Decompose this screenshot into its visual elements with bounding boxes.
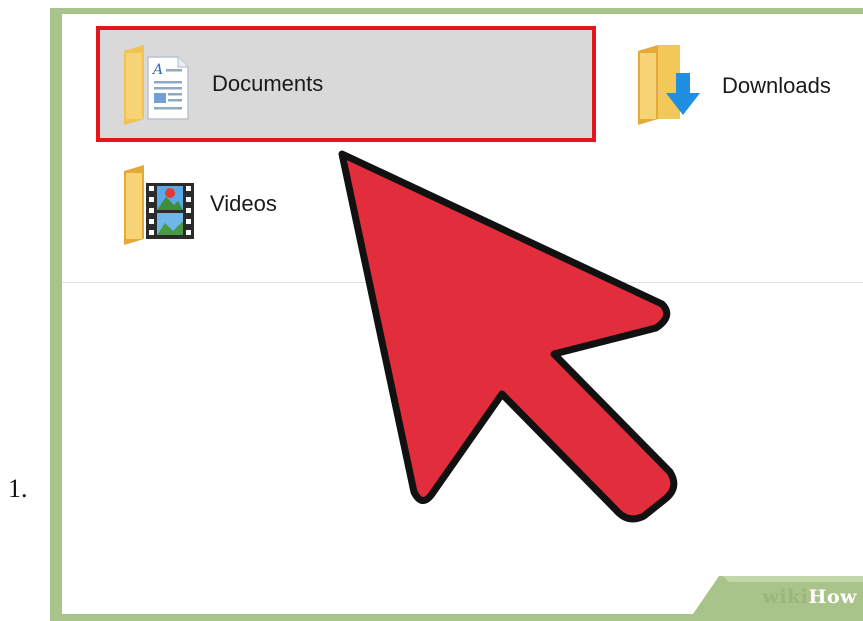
- folder-videos-label: Videos: [210, 191, 277, 216]
- documents-folder-icon: A: [120, 41, 200, 127]
- wikihow-watermark: wikiHow: [693, 576, 863, 614]
- pointer-arrow-icon: [322, 132, 682, 537]
- folder-documents-label: Documents: [212, 71, 324, 96]
- videos-folder-icon: [118, 161, 198, 247]
- folder-downloads-label: Downloads: [722, 73, 831, 98]
- wikihow-step-image: 1. A Documents Downloads Videos wikiHow: [0, 0, 863, 621]
- step-number: 1.: [8, 474, 28, 503]
- watermark-how: How: [808, 586, 857, 608]
- folder-downloads[interactable]: Downloads: [622, 36, 863, 136]
- file-explorer-view: A Documents Downloads Videos wikiHow: [62, 14, 863, 614]
- watermark-wiki: wiki: [762, 586, 809, 608]
- folder-documents[interactable]: A Documents: [96, 26, 596, 142]
- downloads-folder-icon: [630, 43, 710, 129]
- svg-text:A: A: [151, 62, 163, 78]
